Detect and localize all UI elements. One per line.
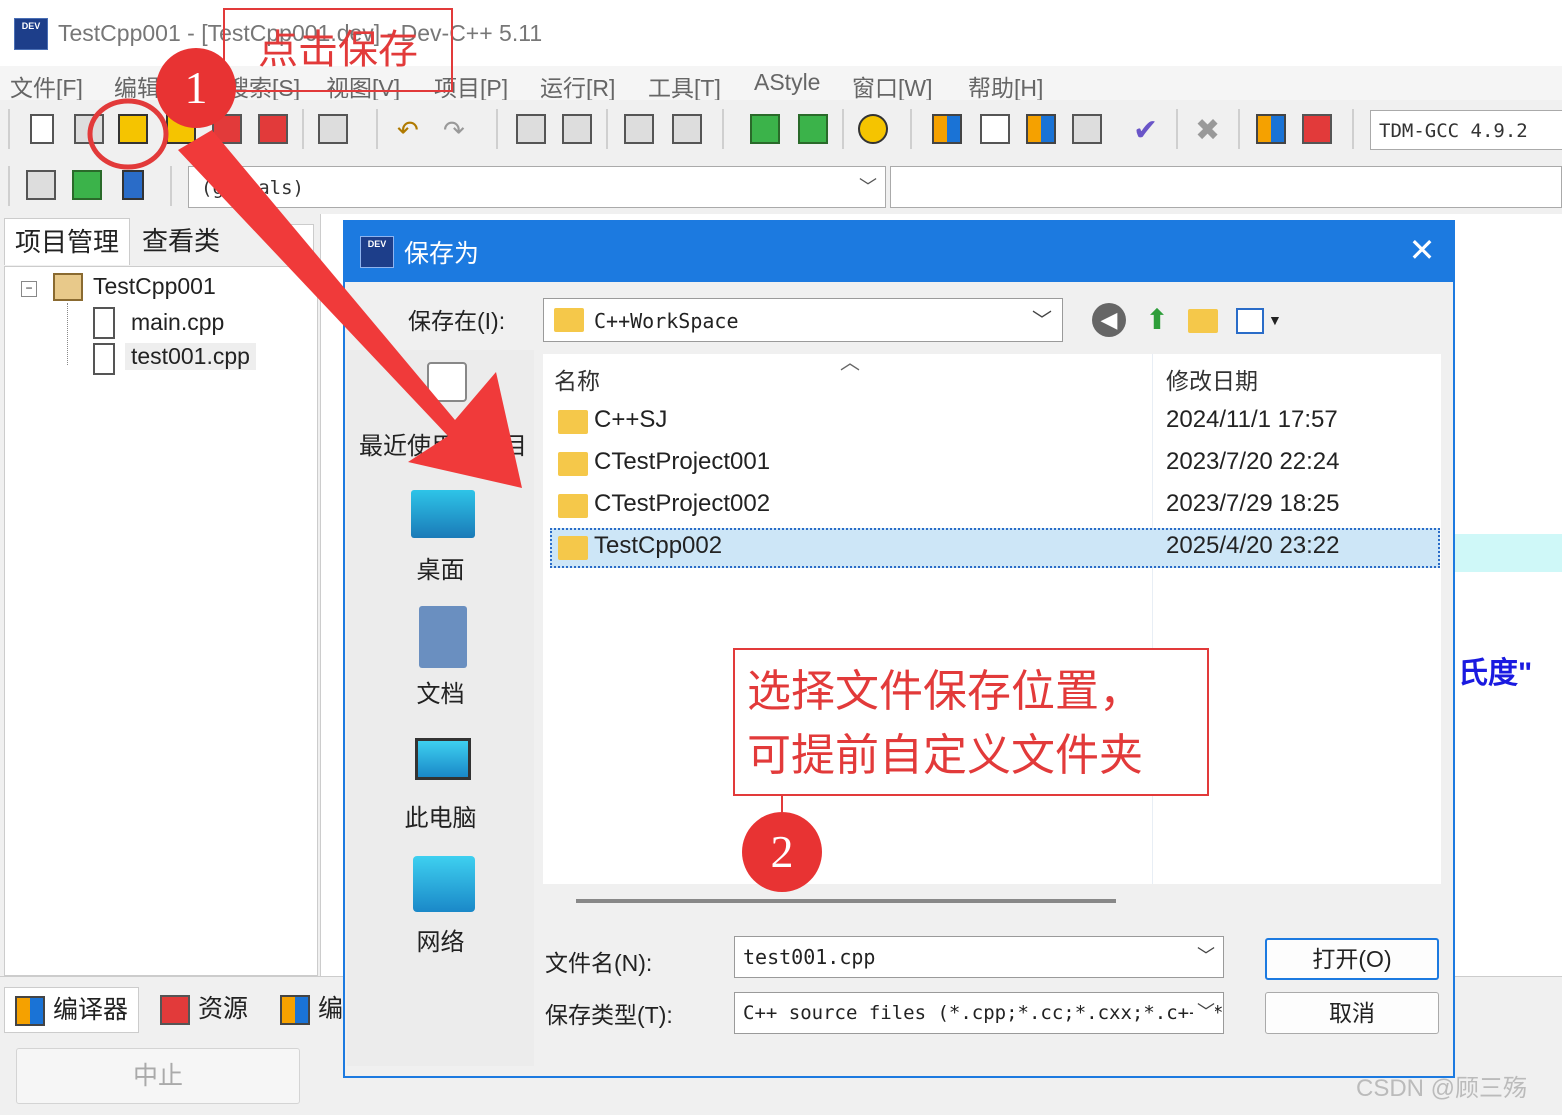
save-highlight-circle — [87, 98, 169, 170]
annotation-line-1: 选择文件保存位置， — [747, 667, 1143, 716]
step-badge-1: 1 — [156, 48, 236, 128]
watermark: CSDN @顾三殇 — [1356, 1075, 1528, 1102]
annotation-choose-location: 选择文件保存位置， 可提前自定义文件夹 — [733, 648, 1209, 796]
annotation-click-save: 点击保存 — [223, 8, 453, 92]
annotation-line-2: 可提前自定义文件夹 — [747, 731, 1143, 780]
annotation-arrow — [87, 98, 783, 812]
red-arrow-shape — [178, 130, 522, 488]
step-badge-2: 2 — [742, 812, 822, 892]
